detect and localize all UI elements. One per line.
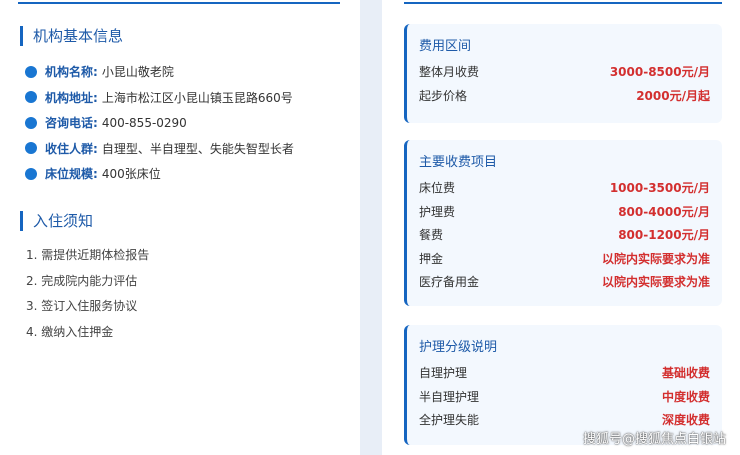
info-item-beds: 床位规模: 400张床位 (25, 161, 355, 187)
bullet-icon (25, 65, 37, 78)
info-item-name: 机构名称: 小昆山敬老院 (25, 59, 355, 85)
info-item-residents: 收住人群: 自理型、半自理型、失能失智型长者 (25, 136, 355, 162)
list-item: 2. 完成院内能力评估 (26, 273, 138, 288)
fee-value: 中度收费 (661, 389, 710, 404)
watermark: 搜狐号@搜狐焦点白银站 (582, 432, 726, 447)
info-label: 床位规模: (45, 167, 98, 182)
info-value: 自理型、半自理型、失能失智型长者 (101, 141, 294, 156)
notice-section-title: 入住须知 (20, 211, 93, 231)
fee-name: 整体月收费 (419, 65, 480, 80)
bullet-icon (25, 142, 37, 155)
fee-name: 护理费 (419, 204, 456, 219)
bullet-icon (25, 167, 37, 180)
fee-value: 800-4000元/月 (618, 204, 710, 219)
fee-row: 自理护理 基础收费 (419, 361, 710, 385)
fee-value: 以院内实际要求为准 (601, 251, 710, 266)
fee-name: 医疗备用金 (419, 275, 480, 290)
fee-name: 自理护理 (419, 366, 468, 381)
fee-value: 800-1200元/月 (618, 228, 710, 243)
fee-value: 以院内实际要求为准 (601, 275, 710, 290)
institution-section-title: 机构基本信息 (20, 26, 123, 46)
fee-value: 2000元/月起 (636, 88, 710, 103)
divider (404, 2, 722, 4)
fee-value: 3000-8500元/月 (609, 65, 710, 80)
list-item: 1. 需提供近期体检报告 (26, 248, 150, 262)
card-title: 主要收费项目 (419, 155, 498, 170)
care-levels-card: 护理分级说明 自理护理 基础收费 半自理护理 中度收费 全护理失能 深度收费 (404, 325, 722, 445)
fee-name: 床位费 (419, 181, 456, 196)
info-value: 400-855-0290 (101, 115, 187, 130)
fee-row: 半自理护理 中度收费 (419, 385, 710, 409)
fee-range-card: 费用区间 整体月收费 3000-8500元/月 起步价格 2000元/月起 (404, 24, 722, 123)
fee-value: 1000-3500元/月 (609, 181, 710, 196)
info-value: 上海市松江区小昆山镇玉昆路660号 (101, 90, 293, 105)
bullet-icon (25, 116, 37, 129)
card-title: 费用区间 (419, 39, 472, 54)
bullet-icon (25, 91, 37, 104)
info-item-phone: 咨询电话: 400-855-0290 (25, 110, 355, 136)
info-value: 400张床位 (101, 167, 161, 182)
info-label: 咨询电话: (45, 116, 98, 131)
fee-row: 餐费 800-1200元/月 (419, 223, 710, 247)
info-label: 收住人群: (45, 141, 98, 156)
fee-name: 全护理失能 (419, 413, 480, 428)
info-value: 小昆山敬老院 (101, 65, 174, 80)
fee-name: 餐费 (419, 228, 444, 243)
fee-value: 深度收费 (661, 413, 710, 428)
fee-row: 押金 以院内实际要求为准 (419, 247, 710, 271)
right-panel: 费用区间 整体月收费 3000-8500元/月 起步价格 2000元/月起 主要… (382, 0, 740, 455)
fee-row: 医疗备用金 以院内实际要求为准 (419, 270, 710, 294)
info-label: 机构名称: (45, 65, 98, 80)
divider (18, 2, 340, 4)
institution-info-list: 机构名称: 小昆山敬老院 机构地址: 上海市松江区小昆山镇玉昆路660号 咨询电… (25, 59, 355, 187)
gutter (360, 0, 382, 455)
info-label: 机构地址: (45, 90, 98, 105)
notice-list: 1. 需提供近期体检报告 2. 完成院内能力评估 3. 签订入住服务协议 4. … (26, 243, 346, 345)
fee-row: 起步价格 2000元/月起 (419, 84, 710, 108)
list-item: 4. 缴纳入住押金 (26, 324, 114, 339)
left-panel: 机构基本信息 机构名称: 小昆山敬老院 机构地址: 上海市松江区小昆山镇玉昆路6… (0, 0, 360, 455)
card-title: 护理分级说明 (419, 340, 498, 355)
main-fees-card: 主要收费项目 床位费 1000-3500元/月 护理费 800-4000元/月 … (404, 140, 722, 306)
fee-name: 起步价格 (419, 88, 468, 103)
fee-name: 押金 (419, 251, 444, 266)
fee-value: 基础收费 (661, 366, 710, 381)
info-item-address: 机构地址: 上海市松江区小昆山镇玉昆路660号 (25, 85, 355, 111)
fee-row: 床位费 1000-3500元/月 (419, 176, 710, 200)
fee-row: 护理费 800-4000元/月 (419, 200, 710, 224)
list-item: 3. 签订入住服务协议 (26, 299, 138, 313)
fee-name: 半自理护理 (419, 389, 480, 404)
fee-row: 整体月收费 3000-8500元/月 (419, 60, 710, 84)
